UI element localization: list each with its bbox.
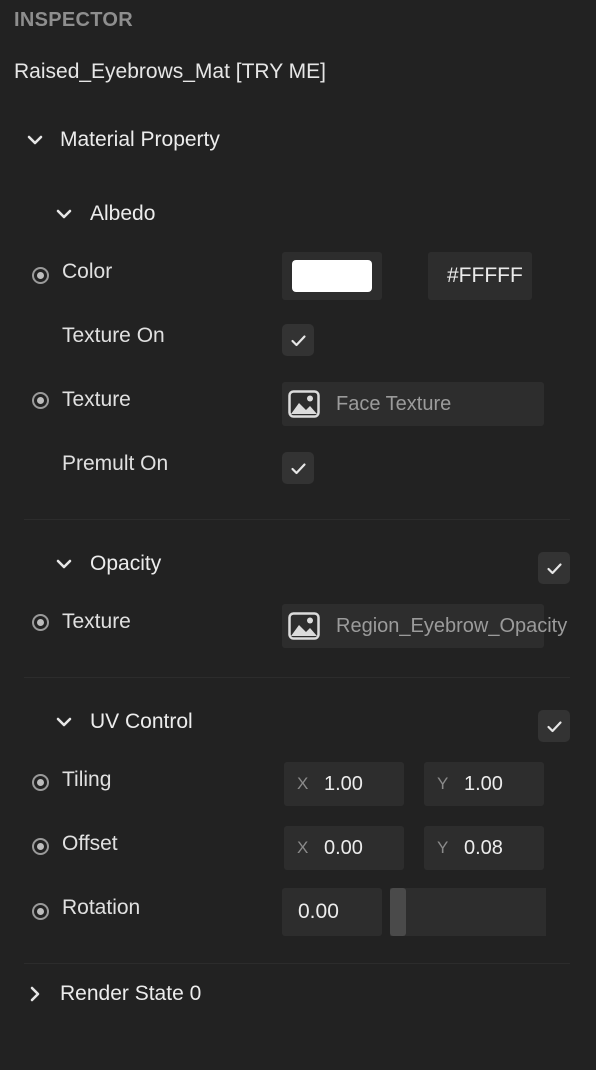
rotation-binding-radio[interactable] [32, 903, 49, 920]
image-icon [288, 390, 320, 418]
axis-label: Y [437, 838, 449, 857]
texture-on-label: Texture On [62, 324, 165, 347]
chevron-down-icon [53, 553, 75, 575]
texture-name: Face Texture [336, 392, 452, 415]
offset-label: Offset [62, 832, 118, 855]
tiling-x-value: 1.00 [324, 772, 363, 795]
checkmark-icon [546, 720, 562, 732]
section-render-state[interactable]: Render State 0 [24, 982, 201, 1006]
section-label: Opacity [90, 552, 162, 575]
offset-y-value: 0.08 [464, 836, 503, 859]
offset-x-value: 0.00 [324, 836, 363, 859]
tiling-x-input[interactable]: X 1.00 [284, 762, 404, 806]
inspector-title: INSPECTOR [14, 9, 134, 31]
tiling-binding-radio[interactable] [32, 774, 49, 791]
section-label: Material Property [60, 128, 220, 151]
texture-label: Texture [62, 388, 131, 411]
rotation-label: Rotation [62, 896, 141, 919]
chevron-down-icon [53, 711, 75, 733]
texture-name: Region_Eyebrow_Opacity [336, 614, 568, 637]
rotation-slider-handle[interactable] [390, 888, 406, 936]
axis-label: X [297, 774, 309, 793]
rotation-input[interactable]: 0.00 [282, 888, 382, 936]
tiling-y-value: 1.00 [464, 772, 503, 795]
premult-on-label: Premult On [62, 452, 169, 475]
offset-binding-radio[interactable] [32, 838, 49, 855]
color-swatch [292, 260, 372, 292]
section-opacity[interactable]: Opacity [53, 552, 161, 576]
offset-y-input[interactable]: Y 0.08 [424, 826, 544, 870]
offset-x-input[interactable]: X 0.00 [284, 826, 404, 870]
divider [24, 677, 570, 678]
image-icon [288, 612, 320, 640]
section-label: Render State 0 [60, 982, 202, 1005]
opacity-texture-picker[interactable]: Region_Eyebrow_Opacity [282, 604, 567, 648]
checkmark-icon [290, 462, 306, 474]
rotation-slider[interactable] [390, 888, 546, 936]
divider [24, 963, 570, 964]
opacity-texture-label: Texture [62, 610, 131, 633]
chevron-down-icon [53, 203, 75, 225]
color-label: Color [62, 260, 113, 283]
section-albedo[interactable]: Albedo [53, 202, 155, 226]
color-binding-radio[interactable] [32, 267, 49, 284]
checkmark-icon [290, 334, 306, 346]
opacity-enable-checkbox[interactable] [538, 552, 570, 584]
section-label: Albedo [90, 202, 156, 225]
chevron-right-icon [24, 983, 46, 1005]
texture-on-checkbox[interactable] [282, 324, 314, 356]
color-hex-value: #FFFFF [447, 264, 523, 287]
checkmark-icon [546, 562, 562, 574]
material-name: Raised_Eyebrows_Mat [TRY ME] [14, 60, 327, 83]
section-material-property[interactable]: Material Property [24, 128, 220, 152]
opacity-texture-binding-radio[interactable] [32, 614, 49, 631]
texture-binding-radio[interactable] [32, 392, 49, 409]
uv-control-enable-checkbox[interactable] [538, 710, 570, 742]
divider [24, 519, 570, 520]
chevron-down-icon [24, 129, 46, 151]
section-label: UV Control [90, 710, 193, 733]
premult-on-checkbox[interactable] [282, 452, 314, 484]
color-swatch-field[interactable] [282, 252, 382, 300]
tiling-y-input[interactable]: Y 1.00 [424, 762, 544, 806]
axis-label: X [297, 838, 309, 857]
albedo-texture-picker[interactable]: Face Texture [282, 382, 544, 426]
rotation-value: 0.00 [298, 900, 339, 923]
axis-label: Y [437, 774, 449, 793]
color-hex-input[interactable]: #FFFFF [428, 252, 532, 300]
section-uv-control[interactable]: UV Control [53, 710, 193, 734]
tiling-label: Tiling [62, 768, 112, 791]
